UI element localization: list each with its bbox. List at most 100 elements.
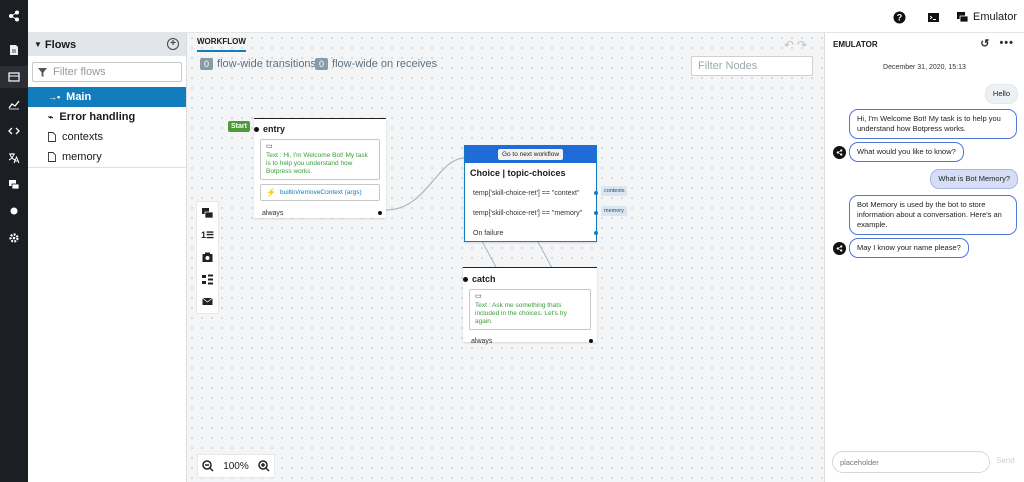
qna-icon[interactable] bbox=[0, 174, 28, 196]
bot-message: What would you like to know? bbox=[849, 142, 964, 162]
filter-flows-input[interactable]: Filter flows bbox=[32, 62, 182, 82]
node-title: Choice | topic-choices bbox=[465, 163, 596, 183]
transition-target-tag[interactable]: memory bbox=[601, 206, 627, 216]
flow-arrow-icon: →• bbox=[48, 92, 61, 102]
choice-node-bar: Go to next workflow bbox=[465, 146, 596, 163]
listen-node-tool-icon[interactable] bbox=[197, 290, 218, 312]
flow-item-label: Error handling bbox=[59, 111, 136, 123]
start-badge: Start bbox=[228, 121, 250, 132]
flow-item-main[interactable]: →• Main bbox=[28, 87, 186, 107]
share-icon bbox=[836, 245, 843, 252]
say-message-text: Text : Ask me something thats included i… bbox=[475, 302, 567, 325]
error-flow-icon: ⌁ bbox=[48, 111, 54, 122]
node-title: entry bbox=[254, 119, 386, 139]
catch-node[interactable]: catch ▭ Text : Ask me something thats in… bbox=[463, 267, 597, 345]
zoom-in-icon[interactable] bbox=[257, 460, 270, 472]
message-input[interactable]: placeholder bbox=[832, 451, 990, 473]
bot-avatar bbox=[833, 242, 846, 255]
condition-text: temp['skill-choice-ret'] == "memory" bbox=[473, 209, 583, 217]
go-to-next-workflow-button[interactable]: Go to next workflow bbox=[497, 149, 564, 160]
node-title: catch bbox=[463, 268, 597, 289]
transition-row[interactable]: always bbox=[463, 335, 597, 347]
file-icon bbox=[48, 132, 56, 142]
choice-condition-row[interactable]: temp['skill-choice-ret'] == "memory" bbox=[465, 203, 598, 223]
choice-node-tool-icon[interactable]: 1☰ bbox=[197, 224, 218, 246]
reset-icon[interactable]: ↺ bbox=[980, 37, 989, 50]
node-input-port bbox=[254, 126, 259, 132]
node-output-port[interactable] bbox=[594, 211, 598, 215]
workflow-canvas[interactable]: WORKFLOW ↶↷ 0 flow-wide transitions 0 fl… bbox=[187, 33, 824, 482]
choice-node[interactable]: Go to next workflow Choice | topic-choic… bbox=[464, 145, 598, 243]
flow-item-contexts[interactable]: contexts bbox=[28, 127, 186, 147]
svg-text:?: ? bbox=[897, 12, 903, 22]
lightning-icon: ⚡ bbox=[266, 188, 276, 197]
bot-message: May I know your name please? bbox=[849, 238, 969, 258]
more-options-icon[interactable]: ••• bbox=[999, 37, 1014, 50]
message-icon: ▭ bbox=[266, 143, 273, 150]
user-message: What is Bot Memory? bbox=[930, 169, 1018, 189]
message-input-placeholder: placeholder bbox=[840, 457, 879, 467]
flow-item-memory[interactable]: memory bbox=[28, 147, 186, 167]
transition-row[interactable]: always bbox=[254, 207, 386, 219]
node-output-port[interactable] bbox=[594, 191, 598, 195]
filter-flows-placeholder: Filter flows bbox=[53, 66, 106, 78]
analytics-icon[interactable] bbox=[0, 93, 28, 115]
zoom-controls: 100% bbox=[197, 454, 275, 478]
send-button[interactable]: Send bbox=[996, 456, 1015, 465]
flows-panel: ▼ Flows + Filter flows →• Main ⌁ Error h… bbox=[28, 33, 187, 482]
condition-text: temp['skill-choice-ret'] == "context" bbox=[473, 189, 580, 197]
flow-item-label: contexts bbox=[62, 131, 103, 143]
execute-node-tool-icon[interactable] bbox=[197, 246, 218, 268]
say-message-text: Text : Hi, I'm Welcome Bot! My task is t… bbox=[266, 152, 368, 175]
user-message: Hello bbox=[984, 84, 1018, 104]
action-box[interactable]: ⚡ builtin/removeContext (args) bbox=[260, 184, 380, 201]
settings-icon[interactable] bbox=[0, 227, 28, 249]
translate-icon[interactable] bbox=[0, 147, 28, 169]
emulator-toggle-button[interactable]: Emulator bbox=[956, 9, 1017, 25]
share-icon bbox=[836, 149, 843, 156]
zoom-out-icon[interactable] bbox=[202, 460, 214, 472]
flows-icon[interactable] bbox=[0, 66, 28, 88]
filter-icon bbox=[38, 67, 47, 77]
catch-node-title: catch bbox=[472, 274, 496, 284]
transition-label: always bbox=[471, 337, 493, 345]
standard-node-tool-icon[interactable] bbox=[197, 202, 218, 224]
bot-message: Hi, I'm Welcome Bot! My task is to help … bbox=[849, 109, 1017, 139]
left-rail bbox=[0, 0, 28, 482]
document-icon[interactable] bbox=[0, 39, 28, 61]
message-icon: ▭ bbox=[475, 293, 482, 300]
router-node-tool-icon[interactable] bbox=[197, 268, 218, 290]
share-icon[interactable] bbox=[0, 5, 28, 27]
action-text: builtin/removeContext (args) bbox=[279, 189, 362, 196]
node-toolbox: 1☰ bbox=[196, 201, 219, 314]
node-links bbox=[385, 157, 553, 270]
choice-failure-row[interactable]: On failure bbox=[465, 223, 598, 243]
add-flow-icon[interactable]: + bbox=[167, 38, 179, 50]
conversation-date: December 31, 2020, 15:13 bbox=[883, 64, 966, 71]
node-output-port[interactable] bbox=[378, 211, 382, 215]
entry-node[interactable]: entry ▭ Text : Hi, I'm Welcome Bot! My t… bbox=[254, 118, 386, 218]
entry-node-title: entry bbox=[263, 124, 286, 134]
emulator-icon bbox=[957, 11, 969, 22]
help-icon[interactable]: ? bbox=[893, 9, 906, 25]
flows-header[interactable]: ▼ Flows + bbox=[28, 33, 186, 56]
flow-item-label: memory bbox=[62, 151, 102, 163]
dot-icon[interactable] bbox=[0, 200, 28, 222]
say-message-box[interactable]: ▭ Text : Ask me something thats included… bbox=[469, 289, 591, 330]
transition-label: always bbox=[262, 209, 284, 217]
flow-item-label: Main bbox=[66, 91, 92, 103]
terminal-icon[interactable] bbox=[927, 9, 940, 25]
flows-title: Flows bbox=[44, 38, 77, 51]
emulator-label: Emulator bbox=[973, 11, 1018, 23]
caret-down-icon: ▼ bbox=[34, 40, 42, 49]
choice-node-title: Choice | topic-choices bbox=[470, 168, 566, 178]
file-icon bbox=[48, 152, 56, 162]
node-input-port bbox=[463, 276, 468, 282]
flow-item-error-handling[interactable]: ⌁ Error handling bbox=[28, 107, 186, 127]
node-output-port[interactable] bbox=[589, 339, 593, 343]
code-icon[interactable] bbox=[0, 120, 28, 142]
choice-condition-row[interactable]: temp['skill-choice-ret'] == "context" bbox=[465, 183, 598, 203]
say-message-box[interactable]: ▭ Text : Hi, I'm Welcome Bot! My task is… bbox=[260, 139, 380, 180]
transition-target-tag[interactable]: contexts bbox=[601, 186, 628, 196]
node-output-port[interactable] bbox=[594, 231, 598, 235]
